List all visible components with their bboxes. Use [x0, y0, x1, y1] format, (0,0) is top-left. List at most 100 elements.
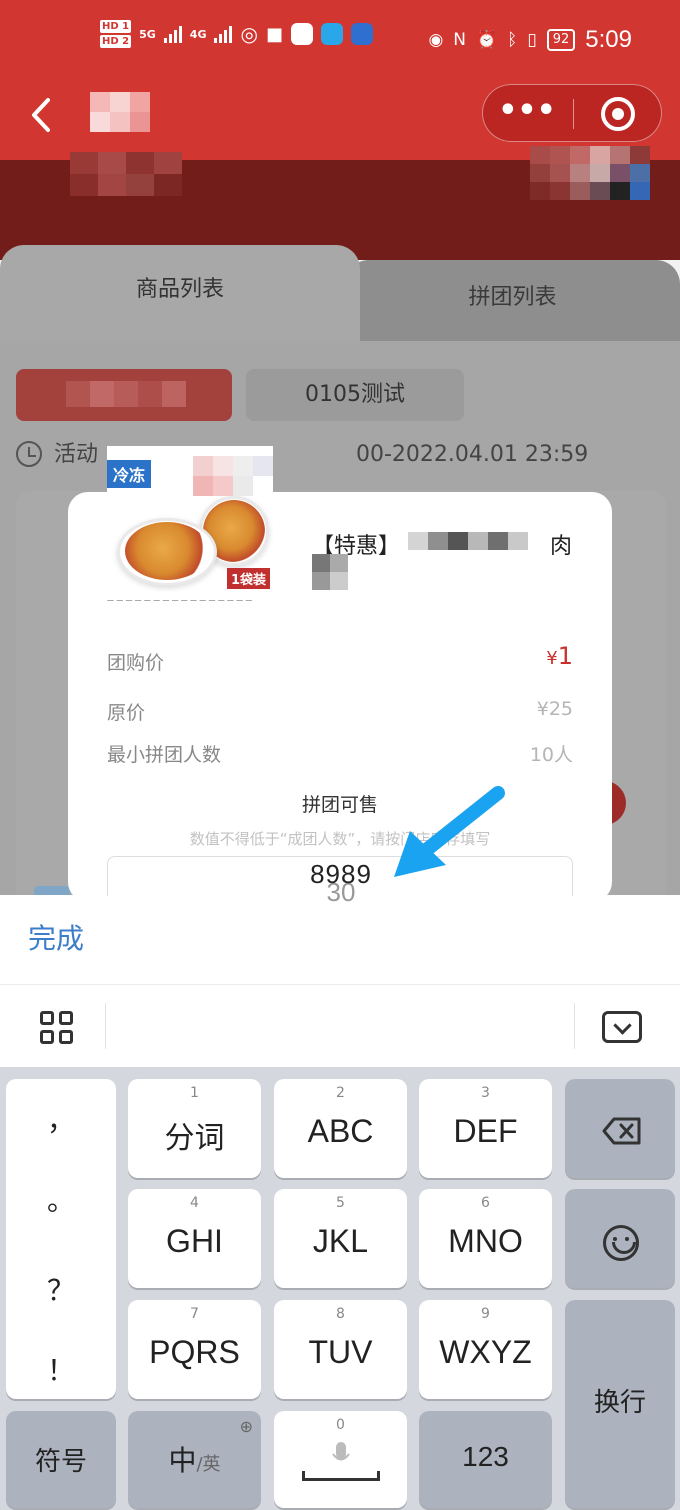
symbols-key[interactable]: 符号	[6, 1411, 116, 1508]
key-7[interactable]: 7 PQRS	[128, 1300, 261, 1399]
done-button[interactable]: 完成	[28, 917, 84, 957]
activity-label: 活动	[54, 442, 99, 467]
search-app-icon	[320, 23, 343, 45]
space-key-num: 0	[336, 1417, 345, 1433]
chevron-left-icon	[32, 98, 50, 132]
lang-alt: /英	[196, 1454, 221, 1475]
filter-chip-b[interactable]: 0105测试	[246, 369, 464, 421]
key-7-label: PQRS	[149, 1334, 240, 1370]
key-1[interactable]: 1 分词	[128, 1079, 261, 1178]
status-right: ◉ N ⏰ ᛒ ▯ 92 5:09	[428, 26, 632, 54]
original-price-label: 原价	[107, 702, 146, 724]
key-2-num: 2	[336, 1085, 345, 1101]
key-3-label: DEF	[453, 1113, 518, 1149]
group-price-label: 团购价	[107, 652, 165, 674]
group-price-amount: 1	[557, 642, 573, 670]
symbols-key-label: 符号	[34, 1447, 87, 1477]
vibrate-icon: ▯	[527, 30, 537, 50]
key-1-label: 分词	[164, 1121, 225, 1156]
numeric-key[interactable]: 123	[419, 1411, 552, 1508]
grid-menu-icon[interactable]	[40, 1011, 74, 1045]
brand-tag: 冷冻	[107, 460, 152, 488]
network-4g: 4G	[189, 27, 207, 41]
tab-goods-list[interactable]: 商品列表	[0, 245, 360, 345]
key-9[interactable]: 9 WXYZ	[419, 1300, 552, 1399]
punct-period[interactable]: 。	[6, 1179, 116, 1219]
toolbar-divider-2	[574, 1003, 575, 1049]
globe-icon: ⊕	[239, 1417, 253, 1436]
blurred-store-name	[90, 92, 150, 132]
original-price-value: ¥25	[536, 698, 573, 720]
key-8[interactable]: 8 TUV	[274, 1300, 407, 1399]
hd-indicator: HD 1 HD 2	[100, 20, 132, 48]
key-4-label: GHI	[166, 1223, 223, 1259]
clock-time: 5:09	[585, 26, 632, 53]
enter-key-label: 换行	[593, 1388, 646, 1418]
key-3-num: 3	[481, 1085, 490, 1101]
bluetooth-icon: ᛒ	[507, 30, 518, 50]
key-4[interactable]: 4 GHI	[128, 1189, 261, 1288]
punct-comma[interactable]: ，	[6, 1099, 116, 1139]
punctuation-column[interactable]: ， 。 ？ ！	[6, 1079, 116, 1399]
video-icon: ■	[265, 23, 283, 45]
product-title: 【特惠】 肉	[312, 528, 572, 590]
hide-keyboard-icon[interactable]	[602, 1011, 642, 1043]
enter-key[interactable]: 换行	[565, 1300, 675, 1508]
pasta-front	[125, 522, 209, 580]
currency-symbol: ¥	[546, 648, 558, 669]
smile-icon	[603, 1225, 639, 1261]
sale-hint: 数值不得低于“成团人数”，请按门店库存填写	[189, 830, 491, 848]
emoji-key[interactable]	[565, 1189, 675, 1288]
key-1-num: 1	[190, 1085, 199, 1101]
arrow-pointer-icon	[394, 786, 505, 877]
sale-title: 拼团可售	[301, 794, 378, 816]
clock-icon	[16, 441, 42, 467]
punct-question[interactable]: ？	[6, 1269, 116, 1309]
key-5[interactable]: 5 JKL	[274, 1189, 407, 1288]
bulb-icon	[350, 23, 373, 45]
key-5-label: JKL	[312, 1223, 369, 1259]
toolbar-divider	[105, 1003, 106, 1049]
original-price-row: 原价 ¥25	[107, 698, 573, 730]
backspace-key[interactable]	[565, 1079, 675, 1178]
product-image: 冷冻 1袋装 — — — — — — — — — — — — — — — —	[107, 446, 273, 608]
target-icon[interactable]	[601, 97, 635, 131]
space-key[interactable]: 0	[274, 1411, 407, 1508]
image-disclaimer: — — — — — — — — — — — — — — — —	[107, 596, 253, 604]
status-bar: HD 1 HD 2 5G 4G ◎ ■ ◉ N ⏰ ᛒ ▯ 92 5:09	[0, 0, 680, 80]
group-price-value: ¥1	[546, 642, 573, 670]
more-button[interactable]: •••	[483, 85, 571, 143]
language-key-label: 中/英	[128, 1439, 261, 1479]
keyboard-accessory-bar: 完成	[0, 895, 680, 985]
space-bar-icon	[302, 1471, 380, 1481]
key-9-num: 9	[481, 1306, 490, 1322]
hd-bottom: HD 2	[100, 35, 132, 48]
key-6[interactable]: 6 MNO	[419, 1189, 552, 1288]
blurred-banner-right	[530, 146, 650, 200]
alarm-icon: ⏰	[476, 30, 498, 50]
signal-icon-2	[214, 25, 233, 43]
key-3[interactable]: 3 DEF	[419, 1079, 552, 1178]
battery-icon: 92	[546, 29, 576, 51]
signal-icon	[163, 25, 182, 43]
mini-program-capsule: •••	[482, 84, 662, 142]
min-group-row: 最小拼团人数 10人	[107, 740, 573, 772]
pack-label: 1袋装	[227, 568, 271, 589]
keyboard: ， 。 ？ ！ 1 分词 2 ABC 3 DEF 4 GHI 5 JKL 6 M…	[0, 1067, 680, 1510]
min-group-label: 最小拼团人数	[107, 744, 222, 766]
back-button[interactable]	[22, 90, 62, 140]
blurred-product-title	[408, 532, 528, 550]
filter-chip-a[interactable]	[16, 369, 232, 421]
punct-exclaim[interactable]: ！	[6, 1349, 116, 1389]
network-5g: 5G	[139, 27, 156, 41]
min-group-value: 10人	[529, 744, 573, 766]
microphone-icon	[332, 1442, 350, 1461]
key-7-num: 7	[190, 1306, 199, 1322]
numeric-key-label: 123	[462, 1441, 509, 1472]
key-4-num: 4	[190, 1195, 199, 1211]
activity-time: 00-2022.04.01 23:59	[356, 442, 589, 467]
backspace-icon	[602, 1117, 641, 1145]
app-icon	[290, 23, 313, 45]
language-key[interactable]: ⊕ 中/英	[128, 1411, 261, 1508]
key-2[interactable]: 2 ABC	[274, 1079, 407, 1178]
